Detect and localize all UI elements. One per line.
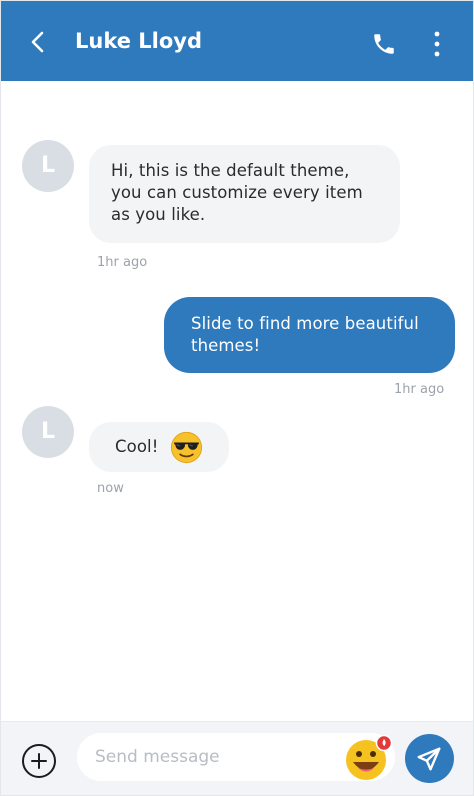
- message-timestamp: now: [97, 481, 124, 496]
- send-button[interactable]: [405, 734, 454, 783]
- message-text: Cool!: [115, 437, 159, 456]
- more-vertical-icon: [434, 31, 440, 57]
- plus-circle-icon: [22, 744, 56, 778]
- call-button[interactable]: [371, 31, 397, 57]
- add-attachment-button[interactable]: [21, 743, 57, 779]
- message-composer: [1, 721, 473, 795]
- message-text: Slide to find more beautiful themes!: [191, 314, 419, 355]
- emoji-picker-icon: [346, 734, 393, 780]
- sunglasses-emoji-icon: [170, 431, 203, 464]
- incoming-message-bubble[interactable]: Hi, this is the default theme, you can c…: [89, 145, 400, 243]
- avatar[interactable]: L: [22, 140, 74, 192]
- phone-icon: [374, 34, 394, 54]
- outgoing-message-bubble[interactable]: Slide to find more beautiful themes!: [164, 297, 455, 373]
- message-timestamp: 1hr ago: [394, 382, 445, 397]
- message-timestamp: 1hr ago: [97, 255, 148, 270]
- contact-name: Luke Lloyd: [75, 29, 203, 53]
- chat-screen: Luke Lloyd L Hi, this is the default the…: [0, 0, 474, 796]
- incoming-message-bubble[interactable]: Cool!: [89, 422, 229, 472]
- message-text: Hi, this is the default theme, you can c…: [111, 161, 363, 224]
- emoji-button[interactable]: [345, 734, 395, 781]
- chevron-left-icon: [31, 31, 44, 53]
- more-options-button[interactable]: [425, 29, 449, 59]
- avatar[interactable]: L: [22, 406, 74, 458]
- back-button[interactable]: [23, 27, 53, 57]
- send-icon: [417, 747, 441, 771]
- app-header: Luke Lloyd: [1, 1, 473, 81]
